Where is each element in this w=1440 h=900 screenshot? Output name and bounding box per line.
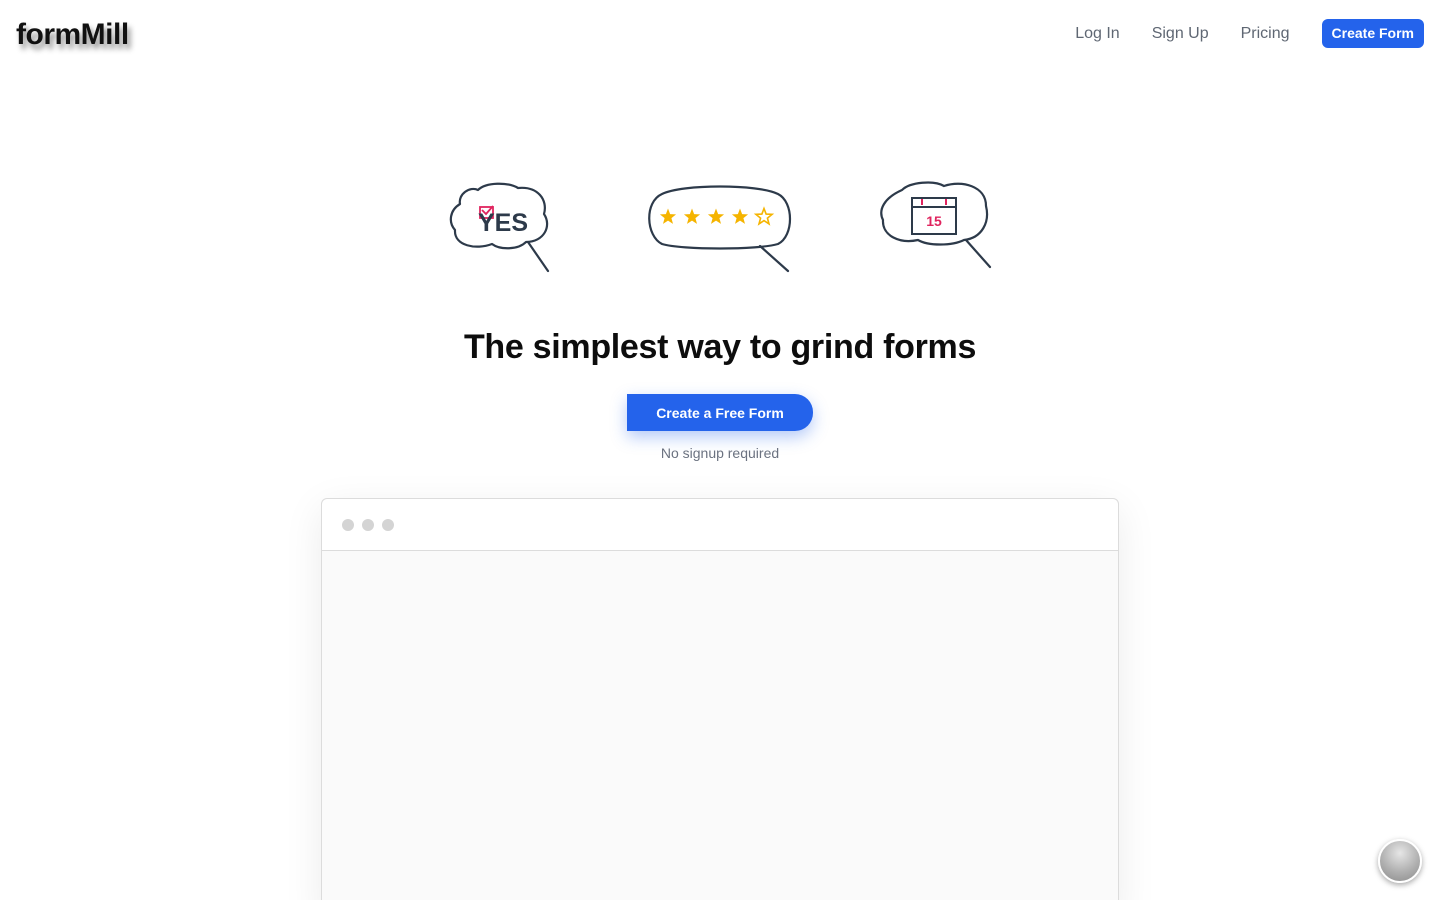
speech-bubble-yes-icon: YES (449, 182, 550, 273)
calendar-day: 15 (926, 213, 942, 229)
speech-bubble-calendar-icon: 15 (880, 181, 992, 269)
nav-pricing-link[interactable]: Pricing (1241, 20, 1290, 48)
browser-toolbar (322, 499, 1118, 551)
landing-page: formMill Log In Sign Up Pricing Create F… (0, 0, 1440, 900)
speech-bubble-rating-icon (648, 185, 791, 273)
bubble-tail (758, 244, 790, 273)
logo[interactable]: formMill (16, 18, 129, 52)
bubble-tail (964, 238, 992, 269)
yes-label: YES (478, 209, 528, 237)
create-form-button[interactable]: Create Form (1321, 19, 1424, 48)
create-free-form-button[interactable]: Create a Free Form (627, 394, 813, 431)
nav-signup-link[interactable]: Sign Up (1152, 20, 1209, 48)
floating-orb-icon[interactable] (1378, 839, 1422, 883)
window-dot-maximize (382, 519, 394, 531)
browser-preview-window (321, 498, 1119, 900)
browser-content-area (322, 551, 1118, 900)
page-title: The simplest way to grind forms (463, 328, 977, 366)
no-signup-note: No signup required (660, 445, 780, 461)
window-dot-minimize (362, 519, 374, 531)
window-dot-close (342, 519, 354, 531)
top-nav: Log In Sign Up Pricing Create Form (1075, 19, 1424, 48)
header: formMill Log In Sign Up Pricing Create F… (0, 0, 1440, 70)
nav-login-link[interactable]: Log In (1075, 20, 1119, 48)
bubble-tail (526, 240, 550, 273)
